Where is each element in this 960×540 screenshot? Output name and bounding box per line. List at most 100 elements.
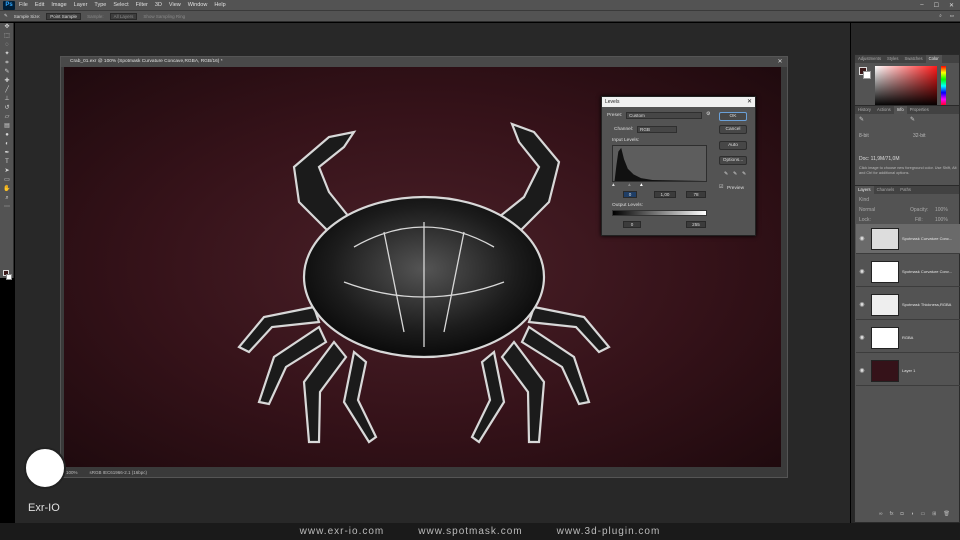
- auto-button[interactable]: Auto: [719, 141, 747, 150]
- tab-styles[interactable]: Styles: [884, 55, 901, 63]
- link-layers-icon[interactable]: ∞: [879, 511, 883, 517]
- eye-icon[interactable]: ◉: [856, 367, 868, 374]
- white-eyedropper-icon[interactable]: ✎: [742, 172, 746, 177]
- zoom-level[interactable]: 100%: [66, 470, 78, 475]
- pen-tool-icon[interactable]: ✒: [0, 149, 14, 158]
- footer-link-spotmask[interactable]: www.spotmask.com: [418, 526, 522, 537]
- more-tools-icon[interactable]: ⋯: [0, 203, 14, 212]
- menu-filter[interactable]: Filter: [136, 2, 148, 8]
- close-icon[interactable]: ✕: [949, 2, 954, 9]
- new-layer-icon[interactable]: ⊞: [932, 511, 936, 517]
- tab-actions[interactable]: Actions: [874, 106, 894, 114]
- layer-style-icon[interactable]: fx: [890, 511, 894, 517]
- sample-size-select[interactable]: Point Sample: [46, 12, 82, 20]
- blend-mode-select[interactable]: Normal: [859, 207, 875, 213]
- gamma-slider[interactable]: ▲: [627, 183, 632, 188]
- delete-layer-icon[interactable]: 🗑: [943, 511, 949, 517]
- black-point-slider[interactable]: ▲: [611, 183, 616, 188]
- crop-tool-icon[interactable]: ⌗: [0, 59, 14, 68]
- menu-select[interactable]: Select: [113, 2, 128, 8]
- marquee-tool-icon[interactable]: ⬚: [0, 32, 14, 41]
- layer-row[interactable]: ◉ Spotmask Thickness,RGBA: [856, 290, 960, 320]
- history-brush-icon[interactable]: ↺: [0, 104, 14, 113]
- magic-wand-tool-icon[interactable]: ✦: [0, 50, 14, 59]
- document-tab[interactable]: Crab_01.exr @ 100% (Spotmask Curvature C…: [61, 57, 787, 67]
- eye-icon[interactable]: ◉: [856, 268, 868, 275]
- close-icon[interactable]: ✕: [747, 97, 752, 107]
- shape-tool-icon[interactable]: ▭: [0, 176, 14, 185]
- healing-tool-icon[interactable]: ✚: [0, 77, 14, 86]
- workspace-icon[interactable]: ▭: [950, 13, 954, 19]
- sample-select[interactable]: All Layers: [109, 12, 138, 20]
- input-gamma-field[interactable]: 1,00: [654, 191, 676, 198]
- input-black-field[interactable]: 0: [623, 191, 637, 198]
- tab-history[interactable]: History: [855, 106, 874, 114]
- menu-edit[interactable]: Edit: [35, 2, 44, 8]
- menu-help[interactable]: Help: [214, 2, 225, 8]
- tab-color[interactable]: Color: [925, 55, 942, 63]
- menu-file[interactable]: File: [19, 2, 28, 8]
- tab-info[interactable]: Info: [893, 106, 907, 114]
- eye-icon[interactable]: ◉: [856, 235, 868, 242]
- preview-checkbox[interactable]: ☑: [719, 185, 723, 190]
- eyedropper-icon[interactable]: ✎: [4, 13, 8, 19]
- background-color-swatch[interactable]: [6, 274, 12, 280]
- path-select-icon[interactable]: ➤: [0, 167, 14, 176]
- new-group-icon[interactable]: ▭: [921, 511, 926, 517]
- filter-kind-select[interactable]: Kind: [859, 197, 869, 203]
- options-button[interactable]: Options...: [719, 156, 747, 165]
- preset-options-icon[interactable]: ⚙: [706, 112, 710, 117]
- search-icon[interactable]: ⌕: [939, 13, 942, 19]
- layer-row[interactable]: ◉ RGBA: [856, 323, 960, 353]
- zoom-tool-icon[interactable]: ⌕: [0, 194, 14, 203]
- cancel-button[interactable]: Cancel: [719, 125, 747, 134]
- eyedropper-tool-icon[interactable]: ✎: [0, 68, 14, 77]
- menu-view[interactable]: View: [169, 2, 181, 8]
- brush-tool-icon[interactable]: ╱: [0, 86, 14, 95]
- blur-tool-icon[interactable]: ●: [0, 131, 14, 140]
- tab-layers[interactable]: Layers: [855, 186, 874, 194]
- tab-swatches[interactable]: Swatches: [901, 55, 925, 63]
- eye-icon[interactable]: ◉: [856, 301, 868, 308]
- footer-link-exr-io[interactable]: www.exr-io.com: [300, 526, 385, 537]
- maximize-icon[interactable]: ☐: [934, 2, 939, 9]
- eye-icon[interactable]: ◉: [856, 334, 868, 341]
- menu-layer[interactable]: Layer: [74, 2, 88, 8]
- black-eyedropper-icon[interactable]: ✎: [724, 172, 728, 177]
- menu-window[interactable]: Window: [188, 2, 208, 8]
- footer-link-3d-plugin[interactable]: www.3d-plugin.com: [557, 526, 661, 537]
- dodge-tool-icon[interactable]: ◐: [0, 140, 14, 149]
- minimize-icon[interactable]: –: [920, 2, 923, 9]
- input-white-field[interactable]: 78: [686, 191, 706, 198]
- color-picker-field[interactable]: [875, 66, 937, 106]
- white-point-slider[interactable]: ▲: [639, 183, 644, 188]
- channel-select[interactable]: RGB: [637, 126, 677, 133]
- opacity-field[interactable]: 100%: [935, 207, 948, 213]
- gradient-tool-icon[interactable]: ▤: [0, 122, 14, 131]
- preset-select[interactable]: Custom: [626, 112, 702, 119]
- tab-adjustments[interactable]: Adjustments: [855, 55, 884, 63]
- output-white-field[interactable]: 255: [686, 221, 706, 228]
- hand-tool-icon[interactable]: ✋: [0, 185, 14, 194]
- eraser-tool-icon[interactable]: ▱: [0, 113, 14, 122]
- lasso-tool-icon[interactable]: ◌: [0, 41, 14, 50]
- menu-type[interactable]: Type: [94, 2, 106, 8]
- type-tool-icon[interactable]: T: [0, 158, 14, 167]
- hue-slider[interactable]: [941, 66, 946, 106]
- layer-row[interactable]: ◉ Spotmask Curvature Conc...: [856, 224, 960, 254]
- menu-3d[interactable]: 3D: [155, 2, 162, 8]
- close-document-icon[interactable]: ✕: [775, 57, 785, 67]
- background-color-swatch[interactable]: [863, 71, 871, 79]
- stamp-tool-icon[interactable]: ⊥: [0, 95, 14, 104]
- gray-eyedropper-icon[interactable]: ✎: [733, 172, 737, 177]
- ok-button[interactable]: OK: [719, 112, 747, 121]
- menu-image[interactable]: Image: [51, 2, 66, 8]
- layer-row[interactable]: ◉ Layer 1: [856, 356, 960, 386]
- layer-row[interactable]: ◉ Spotmask Curvature Conv...: [856, 257, 960, 287]
- output-black-field[interactable]: 0: [623, 221, 641, 228]
- move-tool-icon[interactable]: ✥: [0, 23, 14, 32]
- fill-field[interactable]: 100%: [935, 217, 948, 223]
- show-sampling-ring-checkbox[interactable]: Show Sampling Ring: [143, 14, 185, 19]
- tab-channels[interactable]: Channels: [874, 186, 898, 194]
- add-mask-icon[interactable]: ◘: [900, 511, 903, 517]
